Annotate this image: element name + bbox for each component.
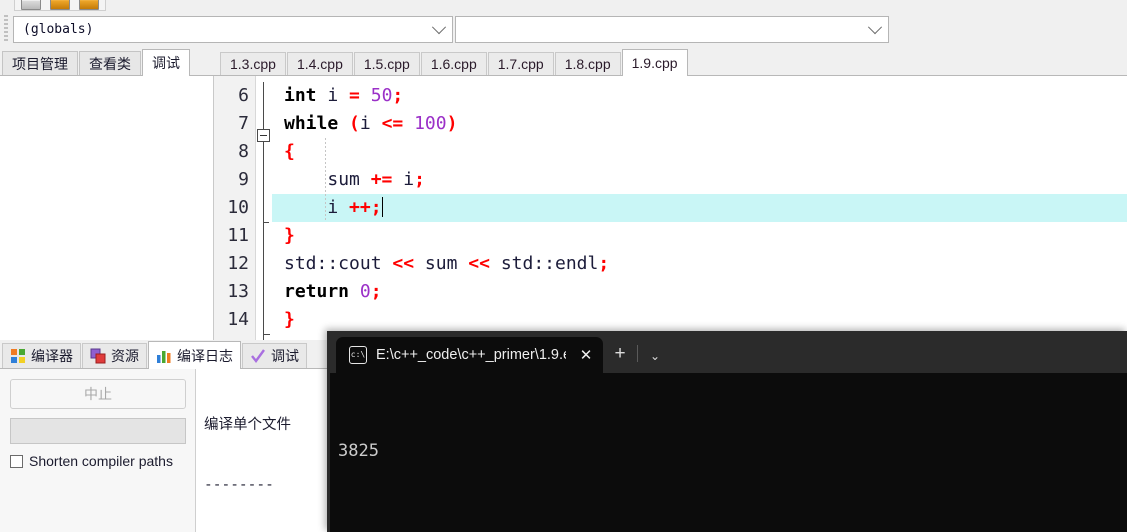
fold-end-marker xyxy=(263,334,270,335)
indent-guide xyxy=(325,138,326,222)
line-number: 12 xyxy=(227,253,249,274)
left-dock: 项目管理 查看类 调试 xyxy=(0,48,214,341)
chevron-down-icon[interactable]: ⌄ xyxy=(638,349,672,363)
tab-label: 项目管理 xyxy=(12,55,68,72)
code-line-9[interactable]: sum += i; xyxy=(272,166,1127,194)
code-folding-column[interactable] xyxy=(256,76,272,341)
line-number: 10 xyxy=(227,197,249,218)
line-number-gutter: 6 7 8 9 10 11 12 13 14 xyxy=(214,76,256,341)
editor-tab-1-9[interactable]: 1.9.cpp xyxy=(621,49,688,76)
tab-debug[interactable]: 调试 xyxy=(142,49,190,76)
tab-compile-log[interactable]: 编译日志 xyxy=(148,341,241,369)
editor-tabbar: 1.3.cpp 1.4.cpp 1.5.cpp 1.6.cpp 1.7.cpp … xyxy=(214,48,1127,76)
terminal-titlebar[interactable]: c:\ E:\c++_code\c++_primer\1.9.e ✕ + ⌄ xyxy=(327,331,1127,373)
code-line-8[interactable]: { xyxy=(272,138,1127,166)
new-tab-icon[interactable]: + xyxy=(603,343,637,365)
check-icon xyxy=(251,349,265,363)
code-line-10[interactable]: i ++; xyxy=(272,194,1127,222)
code-line-14[interactable]: } xyxy=(272,306,1127,334)
console-icon: c:\ xyxy=(349,346,367,364)
fold-guide-line xyxy=(263,82,264,340)
shorten-compiler-paths-label: Shorten compiler paths xyxy=(29,453,173,469)
editor-tab-label: 1.3.cpp xyxy=(230,56,276,72)
editor-dock: 1.3.cpp 1.4.cpp 1.5.cpp 1.6.cpp 1.7.cpp … xyxy=(214,48,1127,341)
code-line-11[interactable]: } xyxy=(272,222,1127,250)
tab-label: 编译器 xyxy=(31,348,73,364)
shorten-compiler-paths-checkbox[interactable] xyxy=(10,454,23,468)
line-number: 14 xyxy=(227,309,249,330)
code-line-13[interactable]: return 0; xyxy=(272,278,1127,306)
code-line-6[interactable]: int i = 50; xyxy=(272,82,1127,110)
line-number: 9 xyxy=(238,169,249,190)
tab-label: 调试 xyxy=(271,348,299,364)
tab-label: 资源 xyxy=(111,348,139,364)
tab-debug-log[interactable]: 调试 xyxy=(242,343,307,368)
editor-tab-1-5[interactable]: 1.5.cpp xyxy=(353,52,420,75)
terminal-window-edge xyxy=(327,331,330,532)
grid-squares-icon xyxy=(11,349,25,363)
scope-combo-value: (globals) xyxy=(23,22,94,37)
chevron-down-icon[interactable] xyxy=(862,17,888,42)
terminal-tab[interactable]: c:\ E:\c++_code\c++_primer\1.9.e ✕ xyxy=(336,337,603,373)
editor-tab-1-3[interactable]: 1.3.cpp xyxy=(220,52,286,75)
fold-collapse-icon[interactable] xyxy=(257,129,270,142)
editor-tab-label: 1.7.cpp xyxy=(497,56,544,72)
close-icon[interactable]: ✕ xyxy=(575,346,597,364)
save-all-icon[interactable] xyxy=(50,0,70,10)
editor-tab-label: 1.5.cpp xyxy=(363,56,410,72)
shorten-compiler-paths-row[interactable]: Shorten compiler paths xyxy=(10,453,185,469)
scope-bar: (globals) xyxy=(0,11,1127,48)
abort-button-label: 中止 xyxy=(84,386,112,402)
line-number: 13 xyxy=(227,281,249,302)
editor-tab-label: 1.8.cpp xyxy=(564,56,611,72)
code-line-7[interactable]: while (i <= 100) xyxy=(272,110,1127,138)
tab-label: 编译日志 xyxy=(177,347,233,364)
tab-label: 调试 xyxy=(152,55,180,71)
debug-panel-body xyxy=(0,76,214,341)
editor-tab-1-6[interactable]: 1.6.cpp xyxy=(420,52,487,75)
tab-class-browser[interactable]: 查看类 xyxy=(79,51,141,75)
tab-label: 查看类 xyxy=(89,55,131,72)
editor-tab-label: 1.4.cpp xyxy=(296,56,343,72)
compile-progress-bar xyxy=(10,418,186,444)
tab-project-manager[interactable]: 项目管理 xyxy=(2,51,78,75)
chevron-down-icon[interactable] xyxy=(426,17,452,42)
fold-branch-marker xyxy=(263,222,269,223)
editor-tab-label: 1.9.cpp xyxy=(631,55,678,71)
editor-tab-1-4[interactable]: 1.4.cpp xyxy=(286,52,353,75)
layers-icon xyxy=(90,348,106,364)
code-line-12[interactable]: std::cout << sum << std::endl; xyxy=(272,250,1127,278)
toolbar-drag-grip[interactable] xyxy=(4,15,8,43)
abort-button[interactable]: 中止 xyxy=(10,379,186,409)
line-number: 6 xyxy=(238,85,249,106)
line-number: 11 xyxy=(227,225,249,246)
ide-window: (globals) 项目管理 查看类 调试 1.3.cpp 1.4.cpp 1.… xyxy=(0,0,1127,532)
tab-compiler[interactable]: 编译器 xyxy=(2,343,81,368)
bar-chart-icon xyxy=(157,350,171,363)
code-editor[interactable]: 6 7 8 9 10 11 12 13 14 int i = 50; while… xyxy=(214,76,1127,341)
terminal-line: 3825 xyxy=(338,441,379,461)
line-number: 8 xyxy=(238,141,249,162)
symbol-combo[interactable] xyxy=(455,16,889,43)
tab-resources[interactable]: 资源 xyxy=(82,343,147,368)
save-icon[interactable] xyxy=(21,0,41,10)
line-number: 7 xyxy=(238,113,249,134)
editor-tab-label: 1.6.cpp xyxy=(430,56,477,72)
terminal-window[interactable]: c:\ E:\c++_code\c++_primer\1.9.e ✕ + ⌄ 3… xyxy=(327,331,1127,532)
scope-combo[interactable]: (globals) xyxy=(13,16,453,43)
terminal-output[interactable]: 3825 -------------------------------- Pr… xyxy=(327,373,1127,532)
toolbar-button-group xyxy=(14,0,106,11)
editor-tab-1-8[interactable]: 1.8.cpp xyxy=(554,52,621,75)
code-lines[interactable]: int i = 50; while (i <= 100) { sum += i;… xyxy=(272,76,1127,341)
compiler-control-pane: 中止 Shorten compiler paths xyxy=(0,369,196,532)
terminal-tab-title: E:\c++_code\c++_primer\1.9.e xyxy=(376,347,566,363)
left-dock-tabbar: 项目管理 查看类 调试 xyxy=(0,48,214,76)
open-icon[interactable] xyxy=(79,0,99,10)
editor-tab-1-7[interactable]: 1.7.cpp xyxy=(487,52,554,75)
